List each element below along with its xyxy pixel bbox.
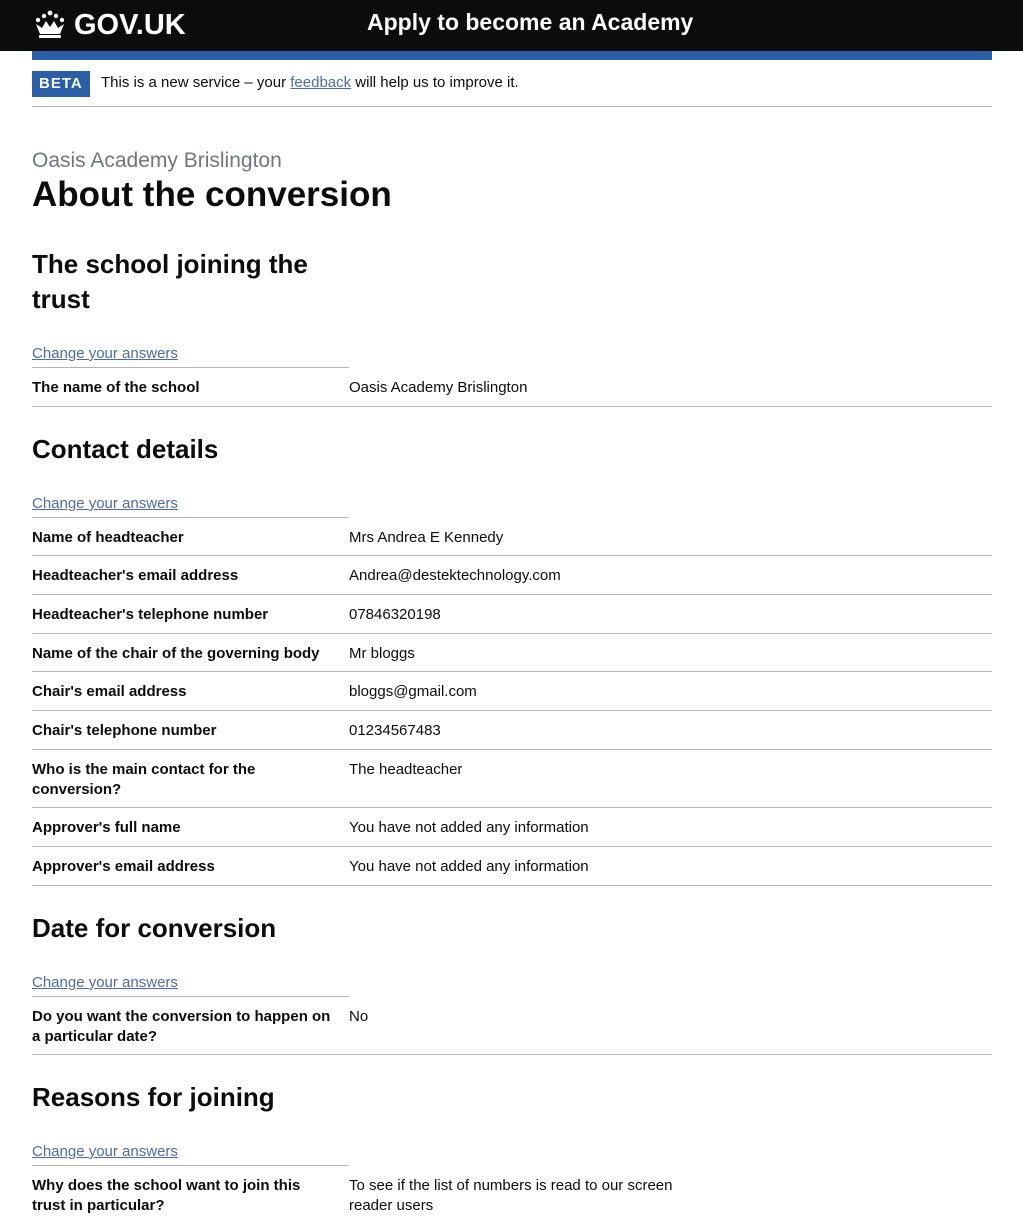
summary-key: Name of headteacher — [32, 529, 184, 546]
summary-key: Chair's email address — [32, 683, 187, 700]
summary-row: Name of headteacher Mrs Andrea E Kennedy — [32, 518, 992, 556]
summary-row: Why does the school want to join this tr… — [32, 1166, 992, 1222]
summary-row: Headteacher's email address Andrea@deste… — [32, 556, 992, 595]
site-header: GOV.UK Apply to become an Academy — [0, 0, 1023, 51]
change-answers-link-school[interactable]: Change your answers — [32, 345, 178, 362]
summary-key: Headteacher's email address — [32, 567, 239, 584]
beta-tag: BETA — [32, 71, 90, 97]
section-heading-contact: Contact details — [32, 434, 219, 464]
school-caption: Oasis Academy Brislington — [32, 149, 282, 172]
summary-value: bloggs@gmail.com — [349, 683, 477, 700]
summary-value: 01234567483 — [349, 722, 441, 739]
phase-text-after: will help us to improve it. — [351, 74, 519, 91]
feedback-link[interactable]: feedback — [290, 74, 351, 91]
summary-key: Chair's telephone number — [32, 722, 217, 739]
summary-key: Approver's full name — [32, 819, 181, 836]
summary-row: Chair's telephone number 01234567483 — [32, 711, 992, 750]
summary-key: Name of the chair of the governing body — [32, 645, 320, 662]
summary-key: Who is the main contact for the conversi… — [32, 761, 256, 798]
summary-value: The headteacher — [349, 761, 463, 778]
summary-row: Name of the chair of the governing body … — [32, 634, 992, 672]
summary-row: Do you want the conversion to happen on … — [32, 997, 992, 1055]
summary-value: To see if the list of numbers is read to… — [349, 1177, 673, 1214]
summary-row: Approver's email address You have not ad… — [32, 847, 992, 886]
section-heading-date: Date for conversion — [32, 913, 277, 943]
change-answers-link-date[interactable]: Change your answers — [32, 974, 178, 991]
summary-key: Approver's email address — [32, 858, 215, 875]
phase-banner: BETA This is a new service – your feedba… — [32, 70, 992, 107]
summary-value: 07846320198 — [349, 606, 441, 623]
summary-row: The name of the school Oasis Academy Bri… — [32, 368, 992, 407]
summary-value: You have not added any information — [349, 819, 589, 836]
change-answers-link-contact[interactable]: Change your answers — [32, 495, 178, 512]
service-name-link[interactable]: Apply to become an Academy — [367, 9, 693, 36]
summary-row: Approver's full name You have not added … — [32, 808, 992, 847]
section-heading-reasons: Reasons for joining — [32, 1082, 275, 1112]
summary-value: You have not added any information — [349, 858, 589, 875]
summary-key: The name of the school — [32, 379, 200, 396]
phase-text-before: This is a new service – your — [101, 74, 291, 91]
crown-icon — [35, 10, 65, 38]
page-title: About the conversion — [32, 175, 392, 214]
summary-row: Chair's email address bloggs@gmail.com — [32, 672, 992, 711]
summary-value: Mr bloggs — [349, 645, 415, 662]
phase-banner-text: This is a new service – your feedback wi… — [101, 74, 519, 91]
change-answers-link-reasons[interactable]: Change your answers — [32, 1143, 178, 1160]
govuk-logo-link[interactable]: GOV.UK — [32, 7, 186, 43]
header-accent-bar — [32, 51, 992, 60]
summary-row: Who is the main contact for the conversi… — [32, 750, 992, 808]
summary-value: Oasis Academy Brislington — [349, 379, 528, 396]
summary-row: Headteacher's telephone number 078463201… — [32, 595, 992, 634]
summary-value: No — [349, 1008, 369, 1025]
logo-text: GOV.UK — [74, 8, 186, 41]
summary-value: Andrea@destektechnology.com — [349, 567, 561, 584]
summary-key: Why does the school want to join this tr… — [32, 1177, 301, 1214]
summary-key: Do you want the conversion to happen on … — [32, 1008, 331, 1045]
section-heading-school: The school joining the trust — [32, 249, 308, 314]
summary-value: Mrs Andrea E Kennedy — [349, 529, 504, 546]
summary-key: Headteacher's telephone number — [32, 606, 269, 623]
